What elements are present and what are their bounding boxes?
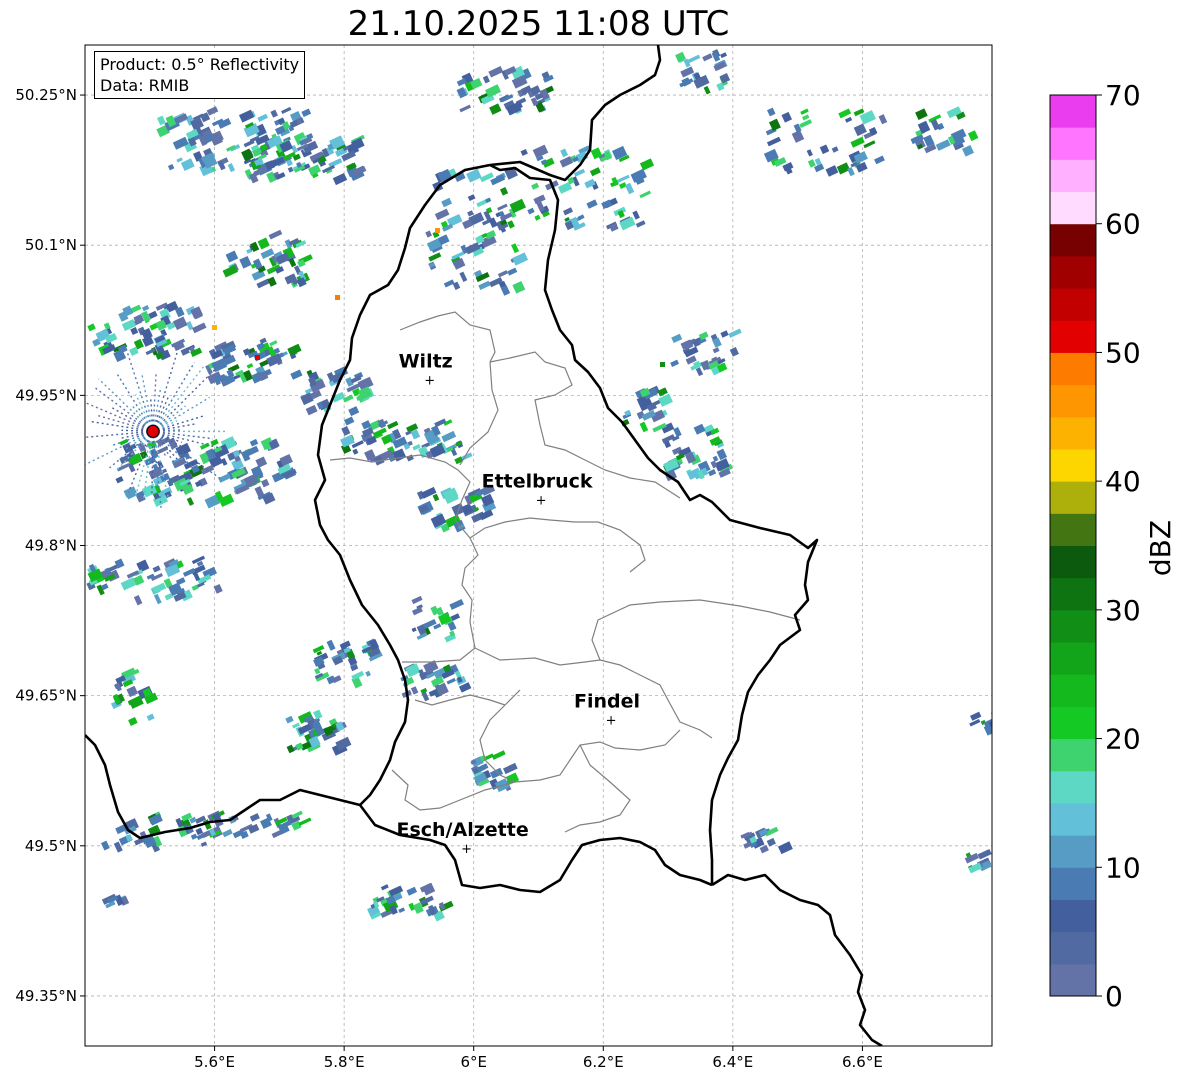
colorbar-segment	[1050, 706, 1096, 740]
lon-tick-label: 6.2°E	[583, 1053, 624, 1071]
colorbar-segment	[1050, 802, 1096, 836]
radar-echo	[990, 708, 992, 720]
radar-echo	[660, 362, 665, 367]
radar-echo	[212, 325, 217, 330]
colorbar-segment	[1050, 609, 1096, 643]
lat-tick-label: 49.5°N	[25, 837, 77, 855]
colorbar-segment	[1050, 642, 1096, 675]
colorbar-segment	[1050, 963, 1096, 997]
colorbar-segment	[1050, 867, 1096, 900]
colorbar-tick-label: 70	[1105, 79, 1141, 112]
colorbar-segment	[1050, 191, 1096, 225]
radar-echo	[255, 355, 260, 360]
colorbar-tick-label: 0	[1105, 980, 1123, 1013]
lon-tick-label: 6°E	[460, 1053, 487, 1071]
radar-site-marker	[146, 424, 160, 438]
colorbar-tick-label: 40	[1105, 465, 1141, 498]
lat-tick-label: 50.1°N	[25, 236, 77, 254]
city-marker: +	[424, 373, 435, 388]
radar-echo	[991, 724, 992, 733]
colorbar-segment	[1050, 255, 1096, 289]
colorbar-segment	[1050, 513, 1096, 546]
colorbar-segment	[1050, 481, 1096, 514]
city-label: Findel	[574, 691, 640, 713]
colorbar-segment	[1050, 95, 1096, 128]
lat-tick-label: 49.65°N	[15, 687, 77, 705]
colorbar-segment	[1050, 899, 1096, 933]
lat-tick-label: 49.8°N	[25, 537, 77, 555]
colorbar-tick-label: 30	[1105, 594, 1141, 627]
colorbar-segment	[1050, 738, 1096, 772]
product-info-box: Product: 0.5° Reflectivity Data: RMIB	[94, 51, 306, 99]
lat-tick-label: 50.25°N	[15, 86, 77, 104]
colorbar-segment	[1050, 127, 1096, 160]
colorbar-segment	[1050, 384, 1096, 418]
colorbar-segment	[1050, 770, 1096, 804]
colorbar-segment	[1050, 416, 1096, 450]
lat-tick-label: 49.35°N	[15, 987, 77, 1005]
city-label: Esch/Alzette	[396, 819, 528, 841]
colorbar-tick-label: 50	[1105, 336, 1141, 369]
city-label: Wiltz	[399, 350, 453, 372]
lon-tick-label: 6.6°E	[842, 1053, 883, 1071]
data-source-label: Data: RMIB	[100, 76, 190, 95]
colorbar-tick-label: 10	[1105, 851, 1141, 884]
colorbar-segment	[1050, 835, 1096, 868]
city-marker: +	[606, 714, 617, 729]
city-marker: +	[536, 493, 547, 508]
colorbar-segment	[1050, 448, 1096, 482]
colorbar-tick-label: 20	[1105, 723, 1141, 756]
colorbar-tick-label: 60	[1105, 208, 1141, 241]
lon-tick-label: 6.4°E	[712, 1053, 753, 1071]
colorbar-segment	[1050, 159, 1096, 193]
colorbar-label: dBZ	[1144, 520, 1177, 576]
colorbar: 0 10 20 30 40 50 60 70 dBZ	[1049, 79, 1177, 1013]
city-label: Ettelbruck	[482, 470, 593, 492]
lon-tick-label: 5.8°E	[324, 1053, 365, 1071]
radar-echo	[335, 295, 340, 300]
radar-echo	[435, 228, 440, 233]
lat-tick-label: 49.95°N	[15, 386, 77, 404]
city-marker: +	[461, 842, 472, 857]
colorbar-segment	[1050, 320, 1096, 353]
colorbar-segment	[1050, 288, 1096, 321]
colorbar-segment	[1050, 577, 1096, 611]
colorbar-segment	[1050, 931, 1096, 965]
lon-tick-label: 5.6°E	[194, 1053, 235, 1071]
colorbar-segment	[1050, 674, 1096, 707]
colorbar-segment	[1050, 223, 1096, 257]
product-label: Product: 0.5° Reflectivity	[100, 55, 300, 74]
colorbar-segment	[1050, 352, 1096, 386]
colorbar-segment	[1050, 545, 1096, 579]
radar-map-figure: +Wiltz+Ettelbruck+Findel+Esch/Alzette 5.…	[15, 44, 1177, 1071]
